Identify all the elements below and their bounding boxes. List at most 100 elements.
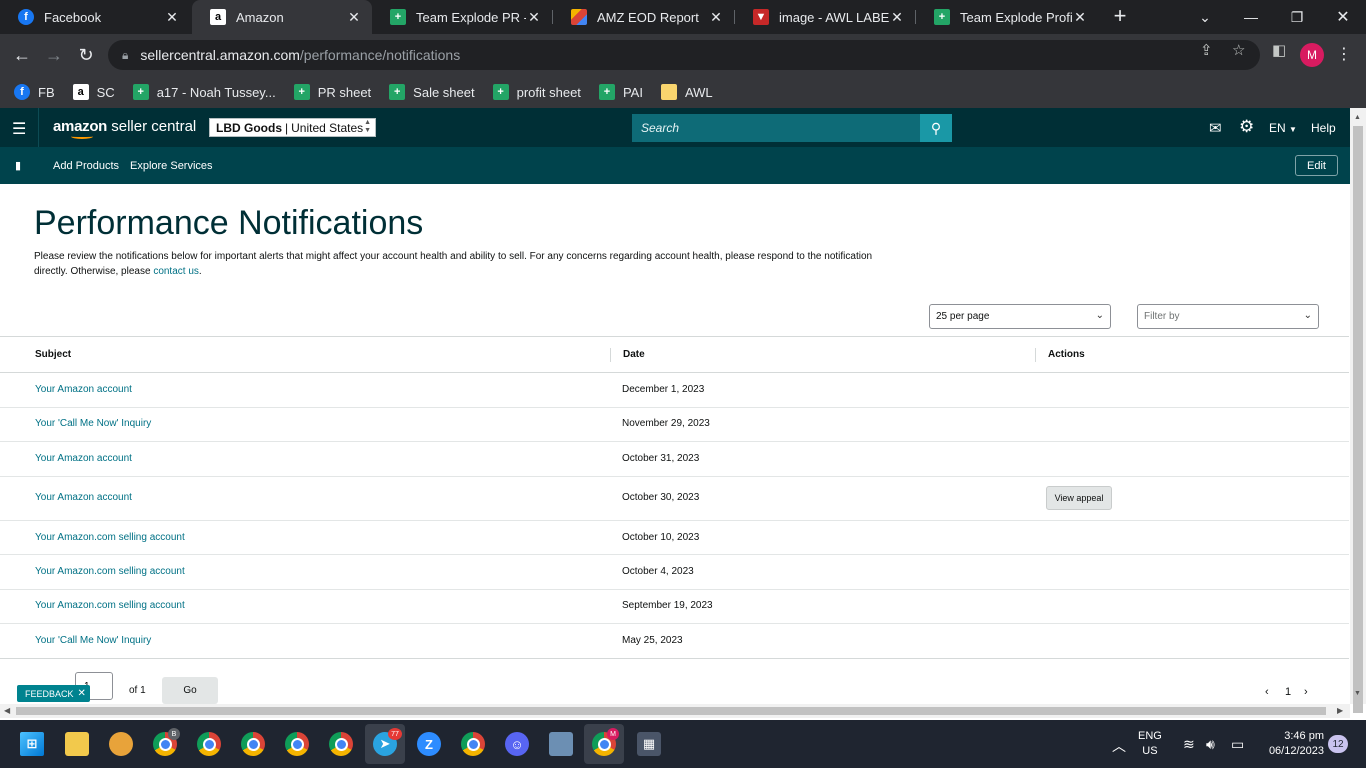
filter-select[interactable]: Filter by ⌄ — [1137, 304, 1319, 329]
chevron-left-icon[interactable]: ‹ — [1265, 686, 1269, 698]
minimize-button[interactable]: — — [1228, 0, 1274, 34]
input-language[interactable]: ENG US — [1138, 729, 1162, 759]
scrollbar-thumb[interactable] — [16, 707, 1326, 715]
amazon-icon: a — [72, 84, 89, 100]
store-selector[interactable]: LBD Goods | United States ▲ ▼ — [209, 118, 376, 137]
bookmark-icon[interactable]: ▮ — [15, 159, 21, 172]
chevron-right-icon[interactable]: › — [1304, 686, 1308, 698]
clock[interactable]: 3:46 pm 06/12/2023 — [1258, 729, 1324, 759]
share-icon[interactable]: ⇪ — [1200, 41, 1213, 59]
close-icon[interactable]: ✕ — [346, 9, 362, 26]
chrome-icon[interactable] — [285, 732, 309, 756]
search-icon[interactable]: ⚲ — [920, 114, 952, 142]
go-button[interactable]: Go — [162, 677, 218, 704]
nav-add-products[interactable]: Add Products — [53, 160, 119, 172]
speaker-icon[interactable]: 🔊︎ — [1206, 736, 1215, 753]
scroll-left-icon[interactable]: ◀ — [4, 706, 10, 715]
restore-button[interactable]: ❐ — [1274, 0, 1320, 34]
close-icon[interactable]: ✕ — [889, 9, 905, 26]
scroll-down-icon[interactable]: ▼ — [1354, 690, 1361, 697]
scroll-up-icon[interactable]: ▲ — [1354, 114, 1361, 121]
bookmark-a17[interactable]: + a17 - Noah Tussey... — [132, 84, 276, 100]
edit-button[interactable]: Edit — [1295, 155, 1338, 176]
hamburger-menu-icon[interactable]: ☰ — [12, 119, 26, 139]
close-icon[interactable]: ✕ — [526, 9, 542, 26]
contact-us-link[interactable]: contact us — [153, 266, 199, 277]
url-host: sellercentral.amazon.com — [140, 47, 300, 63]
vertical-scrollbar[interactable]: ▲ ▼ — [1350, 108, 1366, 713]
windows-start-icon[interactable]: ⊞ — [20, 732, 44, 756]
notification-subject-link[interactable]: Your Amazon account — [35, 453, 132, 464]
bookmark-sale-sheet[interactable]: + Sale sheet — [389, 84, 475, 100]
avatar-app-icon[interactable] — [109, 732, 133, 756]
close-icon[interactable]: ✕ — [708, 9, 724, 26]
reload-icon[interactable]: ↻ — [72, 42, 100, 68]
feedback-button[interactable]: FEEDBACK ✕ — [17, 685, 90, 702]
close-window-button[interactable]: ✕ — [1320, 0, 1366, 34]
tab-team-explode-profit[interactable]: + Team Explode Profit S ✕ — [916, 0, 1098, 34]
nav-explore-services[interactable]: Explore Services — [130, 160, 213, 172]
per-page-select[interactable]: 25 per page ⌄ — [929, 304, 1111, 329]
scrollbar-thumb[interactable] — [1353, 126, 1363, 713]
search-input[interactable]: Search — [632, 114, 920, 142]
facebook-icon: f — [14, 84, 30, 100]
horizontal-scrollbar[interactable]: ◀ ▶ — [0, 704, 1350, 718]
column-header-subject[interactable]: Subject — [35, 349, 71, 360]
wifi-icon[interactable]: ≋ — [1183, 736, 1195, 753]
notification-count-badge[interactable]: 12 — [1328, 735, 1348, 753]
column-header-date[interactable]: Date — [623, 349, 645, 360]
zalo-icon[interactable]: Z — [417, 732, 441, 756]
notification-subject-link[interactable]: Your 'Call Me Now' Inquiry — [35, 635, 151, 646]
file-explorer-icon[interactable] — [65, 732, 89, 756]
bookmark-awl[interactable]: AWL — [660, 84, 713, 100]
bookmark-pr-sheet[interactable]: + PR sheet — [293, 84, 371, 100]
address-bar[interactable]: 🔒︎ sellercentral.amazon.com/performance/… — [108, 40, 1260, 70]
back-arrow-icon[interactable]: ← — [8, 42, 36, 68]
chrome-icon[interactable] — [329, 732, 353, 756]
scroll-right-icon[interactable]: ▶ — [1337, 706, 1343, 715]
close-icon[interactable]: ✕ — [1072, 9, 1088, 26]
notification-subject-link[interactable]: Your Amazon account — [35, 492, 132, 503]
tab-search-icon[interactable]: ⌄ — [1182, 0, 1228, 34]
notification-subject-link[interactable]: Your Amazon.com selling account — [35, 600, 185, 611]
close-icon[interactable]: ✕ — [78, 688, 86, 699]
profile-avatar[interactable]: M — [1300, 43, 1324, 67]
notification-subject-link[interactable]: Your Amazon.com selling account — [35, 566, 185, 577]
tab-team-explode-pr[interactable]: + Team Explode PR - Go ✕ — [372, 0, 552, 34]
bookmark-sc[interactable]: a SC — [72, 84, 115, 100]
chrome-icon[interactable] — [461, 732, 485, 756]
gear-icon[interactable]: ⚙ — [1239, 117, 1254, 137]
tab-facebook[interactable]: f Facebook ✕ — [0, 0, 190, 34]
seller-central-logo[interactable]: amazon seller central — [53, 118, 196, 139]
view-appeal-button[interactable]: View appeal — [1046, 486, 1112, 510]
tab-awl-label[interactable]: ▼ image - AWL LABEL ✕ — [735, 0, 915, 34]
tab-amazon[interactable]: a Amazon ✕ — [192, 0, 372, 34]
star-icon[interactable]: ☆ — [1232, 41, 1245, 59]
notification-date: October 4, 2023 — [622, 566, 694, 577]
notification-subject-link[interactable]: Your Amazon account — [35, 384, 132, 395]
language-selector[interactable]: EN ▼ — [1269, 121, 1297, 135]
discord-icon[interactable]: ☺ — [505, 732, 529, 756]
bookmark-fb[interactable]: f FB — [14, 84, 55, 100]
new-tab-button[interactable]: + — [1108, 4, 1132, 30]
notepad-icon[interactable] — [549, 732, 573, 756]
calculator-icon[interactable]: ▦ — [637, 732, 661, 756]
side-panel-icon[interactable]: ◧ — [1272, 41, 1286, 59]
mail-icon[interactable]: ✉ — [1209, 119, 1222, 137]
chrome-icon[interactable] — [197, 732, 221, 756]
current-page-number[interactable]: 1 — [1285, 686, 1291, 698]
more-menu-icon[interactable]: ⋮ — [1336, 44, 1352, 64]
tab-amz-eod-report[interactable]: AMZ EOD Report ✕ — [553, 0, 734, 34]
close-icon[interactable]: ✕ — [164, 9, 180, 26]
notification-subject-link[interactable]: Your Amazon.com selling account — [35, 532, 185, 543]
battery-icon[interactable]: ▭ — [1231, 736, 1244, 753]
forward-arrow-icon[interactable]: → — [40, 42, 68, 68]
chrome-icon[interactable] — [241, 732, 265, 756]
bookmark-profit-sheet[interactable]: + profit sheet — [492, 84, 581, 100]
notification-subject-link[interactable]: Your 'Call Me Now' Inquiry — [35, 418, 151, 429]
bookmark-pai[interactable]: + PAI — [598, 84, 643, 100]
windows-taskbar: ⊞ B ➤ 77 Z ☺ M ▦ ︿ ENG US ≋ 🔊︎ ▭ 3:46 pm 0… — [0, 720, 1366, 768]
chevron-up-icon[interactable]: ︿ — [1112, 736, 1126, 756]
lock-icon[interactable]: 🔒︎ — [122, 48, 128, 63]
help-link[interactable]: Help — [1311, 121, 1336, 135]
